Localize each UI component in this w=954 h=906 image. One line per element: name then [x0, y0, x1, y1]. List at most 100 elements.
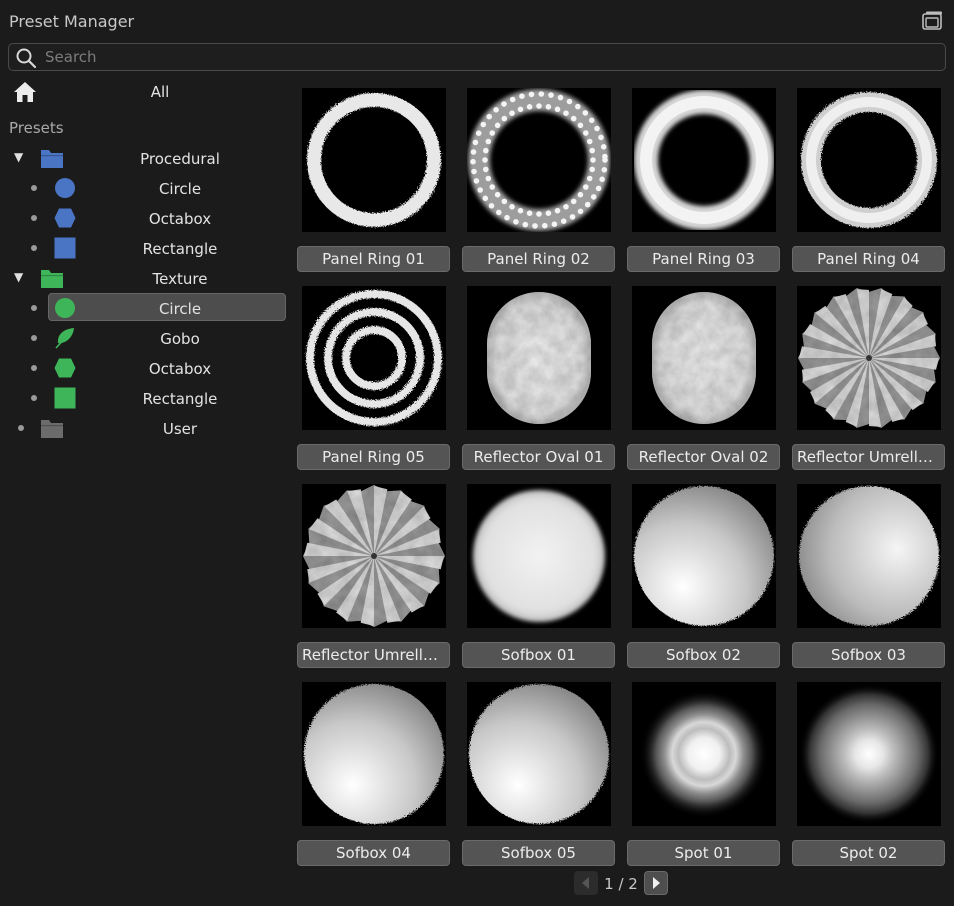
- preset-tile[interactable]: Sofbox 04: [296, 682, 450, 870]
- preset-tile[interactable]: Panel Ring 05: [296, 286, 450, 474]
- bullet-icon: [31, 395, 37, 401]
- preset-label[interactable]: Sofbox 01: [462, 642, 615, 668]
- bullet-icon: [31, 245, 37, 251]
- preset-label[interactable]: Spot 02: [792, 840, 945, 866]
- preset-tile[interactable]: Reflector Umrella ...: [791, 286, 945, 474]
- preset-thumbnail[interactable]: [467, 286, 611, 430]
- pagination: 1 / 2: [574, 871, 870, 897]
- preset-label[interactable]: Reflector Oval 02: [627, 444, 780, 470]
- title-bar: Preset Manager: [0, 0, 954, 40]
- preset-thumbnail[interactable]: [797, 286, 941, 430]
- preset-label[interactable]: Panel Ring 03: [627, 246, 780, 272]
- next-page-button[interactable]: [644, 871, 668, 895]
- square-icon: [53, 237, 77, 259]
- presets-section-label: Presets: [9, 119, 64, 137]
- previous-page-button[interactable]: [574, 871, 598, 895]
- detach-window-icon[interactable]: [920, 10, 944, 32]
- preset-tile[interactable]: Sofbox 03: [791, 484, 945, 672]
- preset-tile[interactable]: Spot 02: [791, 682, 945, 870]
- preset-thumbnail[interactable]: [302, 88, 446, 232]
- preset-tile[interactable]: Panel Ring 03: [626, 88, 780, 276]
- bullet-icon: [18, 425, 24, 431]
- octagon-icon: [53, 207, 77, 229]
- leaf-icon: [53, 327, 77, 349]
- preset-tile[interactable]: Sofbox 02: [626, 484, 780, 672]
- preset-thumbnail[interactable]: [467, 682, 611, 826]
- expand-arrow-icon[interactable]: ▼: [14, 270, 23, 284]
- preset-tile[interactable]: Panel Ring 04: [791, 88, 945, 276]
- preset-thumbnail[interactable]: [302, 484, 446, 628]
- tree-item-label: User: [162, 420, 198, 438]
- preset-tile[interactable]: Panel Ring 01: [296, 88, 450, 276]
- preset-tile[interactable]: Sofbox 05: [461, 682, 615, 870]
- all-label: All: [150, 83, 170, 101]
- preset-label[interactable]: Panel Ring 02: [462, 246, 615, 272]
- tree-item-rectangle-3[interactable]: Rectangle: [0, 234, 290, 262]
- preset-thumbnail[interactable]: [797, 682, 941, 826]
- window-title: Preset Manager: [9, 12, 135, 31]
- preset-thumbnail[interactable]: [632, 484, 776, 628]
- bullet-icon: [31, 185, 37, 191]
- tree-item-circle-5[interactable]: Circle: [0, 293, 290, 322]
- preset-thumbnail[interactable]: [467, 88, 611, 232]
- all-presets-item[interactable]: All: [0, 78, 290, 108]
- preset-tile[interactable]: Panel Ring 02: [461, 88, 615, 276]
- tree-item-label: Rectangle: [142, 390, 218, 408]
- preset-thumbnail[interactable]: [632, 682, 776, 826]
- preset-label[interactable]: Sofbox 04: [297, 840, 450, 866]
- tree-item-user-9[interactable]: User: [0, 414, 290, 442]
- tree-item-octabox-7[interactable]: Octabox: [0, 354, 290, 382]
- preset-label[interactable]: Panel Ring 04: [792, 246, 945, 272]
- bullet-icon: [31, 215, 37, 221]
- tree-item-label: Texture: [152, 270, 208, 288]
- tree-item-rectangle-8[interactable]: Rectangle: [0, 384, 290, 412]
- preset-thumbnail[interactable]: [632, 88, 776, 232]
- search-input[interactable]: [45, 45, 935, 69]
- preset-tile[interactable]: Reflector Oval 01: [461, 286, 615, 474]
- preset-thumbnail[interactable]: [302, 286, 446, 430]
- bullet-icon: [31, 335, 37, 341]
- preset-tile[interactable]: Reflector Umrella ...: [296, 484, 450, 672]
- folder-icon: [40, 267, 64, 289]
- preset-thumbnail[interactable]: [632, 286, 776, 430]
- square-icon: [53, 387, 77, 409]
- expand-arrow-icon[interactable]: ▼: [14, 150, 23, 164]
- search-icon: [15, 47, 37, 69]
- home-icon: [12, 80, 38, 104]
- preset-thumbnail[interactable]: [797, 88, 941, 232]
- tree-item-procedural-0[interactable]: ▼ Procedural: [0, 144, 290, 172]
- tree-item-label: Octabox: [148, 210, 212, 228]
- search-bar: [8, 43, 946, 71]
- tree-item-octabox-2[interactable]: Octabox: [0, 204, 290, 232]
- preset-label[interactable]: Sofbox 02: [627, 642, 780, 668]
- preset-thumbnail[interactable]: [797, 484, 941, 628]
- preset-label[interactable]: Reflector Umrella ...: [792, 444, 945, 470]
- tree-item-texture-4[interactable]: ▼ Texture: [0, 264, 290, 292]
- preset-label[interactable]: Sofbox 05: [462, 840, 615, 866]
- preset-tile[interactable]: Reflector Oval 02: [626, 286, 780, 474]
- tree-item-label: Rectangle: [142, 240, 218, 258]
- bullet-icon: [31, 365, 37, 371]
- tree-item-gobo-6[interactable]: Gobo: [0, 324, 290, 352]
- preset-tile[interactable]: Sofbox 01: [461, 484, 615, 672]
- tree-item-circle-1[interactable]: Circle: [0, 174, 290, 202]
- tree-item-label: Procedural: [140, 150, 220, 168]
- preset-label[interactable]: Spot 01: [627, 840, 780, 866]
- page-indicator: 1 / 2: [604, 875, 638, 893]
- tree-item-label: Octabox: [148, 360, 212, 378]
- preset-label[interactable]: Panel Ring 01: [297, 246, 450, 272]
- preset-label[interactable]: Reflector Umrella ...: [297, 642, 450, 668]
- chevron-left-icon: [582, 877, 589, 889]
- preset-label[interactable]: Sofbox 03: [792, 642, 945, 668]
- preset-thumbnail[interactable]: [467, 484, 611, 628]
- preset-tile[interactable]: Spot 01: [626, 682, 780, 870]
- tree-item-label: Circle: [158, 180, 202, 198]
- preset-thumbnail[interactable]: [302, 682, 446, 826]
- folder-icon: [40, 147, 64, 169]
- chevron-right-icon: [653, 877, 660, 889]
- preset-label[interactable]: Panel Ring 05: [297, 444, 450, 470]
- circle-icon: [53, 177, 77, 199]
- preset-label[interactable]: Reflector Oval 01: [462, 444, 615, 470]
- tree-item-label: Gobo: [160, 330, 200, 348]
- circle-icon: [53, 297, 77, 319]
